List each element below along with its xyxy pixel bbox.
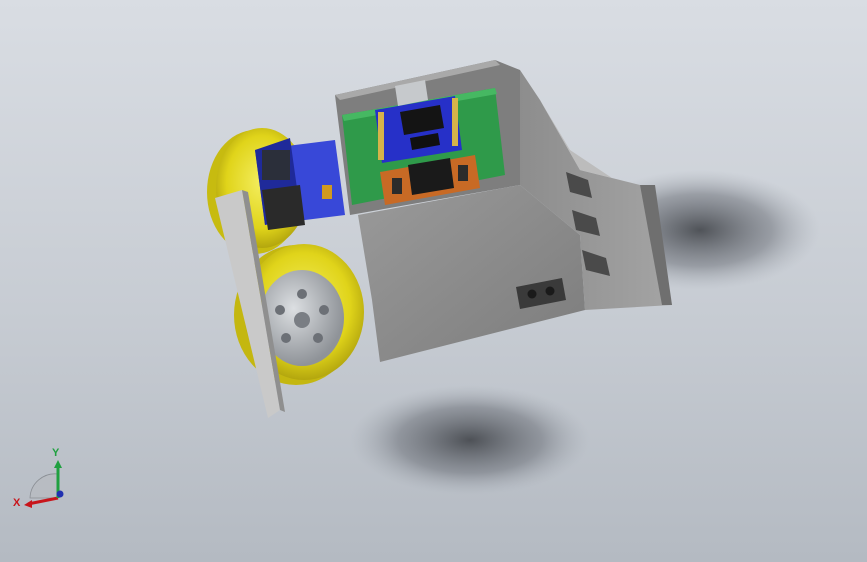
z-axis-dot xyxy=(56,490,64,498)
hub-center xyxy=(294,312,310,328)
y-axis-head xyxy=(54,460,62,468)
orientation-triad[interactable]: X Y xyxy=(10,440,80,515)
ground-shadow-main xyxy=(350,385,590,495)
x-axis-label: X xyxy=(13,497,21,509)
graphics-viewport[interactable]: X Y xyxy=(0,0,867,562)
chassis-front xyxy=(358,185,585,362)
robot-model[interactable] xyxy=(0,0,867,562)
x-axis-head xyxy=(24,500,32,508)
drive-motor[interactable] xyxy=(255,138,345,230)
y-axis-label: Y xyxy=(52,447,60,459)
x-axis-arrow xyxy=(27,496,59,506)
